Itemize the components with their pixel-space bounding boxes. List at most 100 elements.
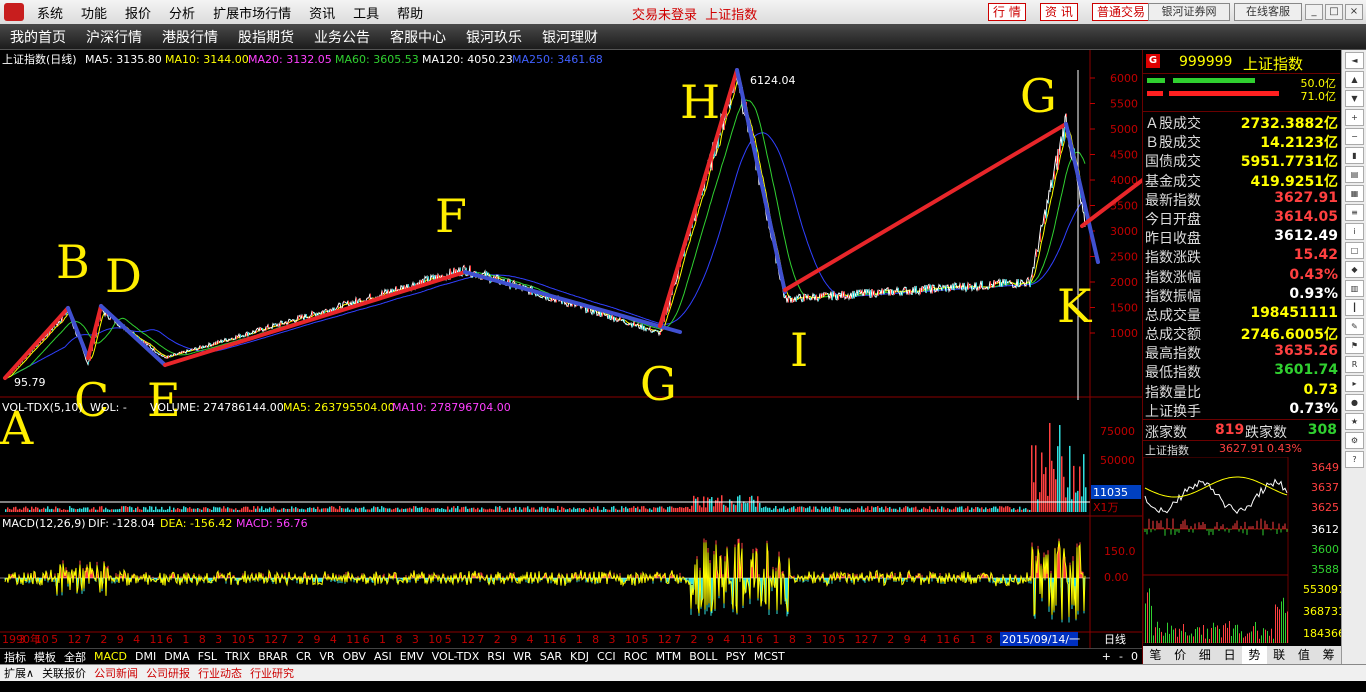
trade-button[interactable]: 普通交易 bbox=[1092, 3, 1151, 21]
indicator-tab[interactable]: DMA bbox=[160, 650, 194, 663]
indicator-tab[interactable]: CR bbox=[292, 650, 315, 663]
star-icon[interactable]: ★ bbox=[1345, 413, 1364, 430]
candle bbox=[966, 286, 967, 292]
zoom-out-icon[interactable]: − bbox=[1345, 128, 1364, 145]
chart-icon[interactable]: ▤ bbox=[1345, 166, 1364, 183]
minimize-icon[interactable]: _ bbox=[1305, 4, 1323, 20]
volume-bar bbox=[735, 505, 737, 512]
quote-button[interactable]: 行 情 bbox=[988, 3, 1026, 21]
arrow-left-icon[interactable]: ◄ bbox=[1345, 52, 1364, 69]
nav-icon[interactable]: ▸ bbox=[1345, 375, 1364, 392]
nav-home[interactable]: 我的首页 bbox=[0, 27, 76, 47]
arrow-up-icon[interactable]: ▲ bbox=[1345, 71, 1364, 88]
tab-trend[interactable]: 势 bbox=[1242, 646, 1267, 664]
indicator-tab[interactable]: DMI bbox=[131, 650, 160, 663]
indicator-tab[interactable]: WR bbox=[509, 650, 536, 663]
mini-volume-bar bbox=[1223, 625, 1224, 643]
tab-value[interactable]: 值 bbox=[1292, 646, 1317, 664]
industry-research-tab[interactable]: 行业研究 bbox=[246, 665, 298, 681]
indicator-tab[interactable]: VOL-TDX bbox=[428, 650, 484, 663]
menu-system[interactable]: 系统 bbox=[28, 3, 72, 22]
indicator-tab[interactable]: TRIX bbox=[221, 650, 254, 663]
indicator-tab[interactable]: ASI bbox=[370, 650, 396, 663]
menu-extended-market[interactable]: 扩展市场行情 bbox=[204, 3, 300, 22]
industry-news-tab[interactable]: 行业动态 bbox=[194, 665, 246, 681]
pen-icon[interactable]: ✎ bbox=[1345, 318, 1364, 335]
zoom-control[interactable]: + bbox=[1098, 650, 1115, 663]
tab-link[interactable]: 联 bbox=[1267, 646, 1292, 664]
indicator-tab[interactable]: ROC bbox=[620, 650, 652, 663]
rsi-icon[interactable]: R bbox=[1345, 356, 1364, 373]
nav-shsz[interactable]: 沪深行情 bbox=[76, 27, 152, 47]
bullet-icon[interactable]: ● bbox=[1345, 394, 1364, 411]
menu-help[interactable]: 帮助 bbox=[388, 3, 432, 22]
list-icon[interactable]: ≡ bbox=[1345, 204, 1364, 221]
bars-icon[interactable]: ▥ bbox=[1345, 280, 1364, 297]
kline-chart[interactable]: 上证指数(日线) MA5: 3135.80 MA10: 3144.00 MA20… bbox=[0, 50, 1142, 648]
tool-icon[interactable]: ⚙ bbox=[1345, 432, 1364, 449]
indicator-tab[interactable]: KDJ bbox=[566, 650, 593, 663]
nav-wealth[interactable]: 银河理财 bbox=[532, 27, 608, 47]
maximize-icon[interactable]: □ bbox=[1325, 4, 1343, 20]
tab-trades[interactable]: 笔 bbox=[1143, 646, 1168, 664]
date-tick: 9 bbox=[313, 633, 320, 646]
related-quote-tab[interactable]: 关联报价 bbox=[38, 665, 90, 681]
indicator-tab[interactable]: RSI bbox=[483, 650, 509, 663]
tab-day[interactable]: 日 bbox=[1217, 646, 1242, 664]
info-icon[interactable]: i bbox=[1345, 223, 1364, 240]
indicator-tab[interactable]: MACD bbox=[90, 650, 131, 663]
menu-analysis[interactable]: 分析 bbox=[160, 3, 204, 22]
indicator-tab[interactable]: BOLL bbox=[685, 650, 721, 663]
window-icon[interactable]: □ bbox=[1345, 242, 1364, 259]
expand-button[interactable]: 扩展∧ bbox=[0, 665, 38, 681]
info-button[interactable]: 资 讯 bbox=[1040, 3, 1078, 21]
flag-icon[interactable]: ⚑ bbox=[1345, 337, 1364, 354]
nav-jiule[interactable]: 银河玖乐 bbox=[456, 27, 532, 47]
arrow-down-icon[interactable]: ▼ bbox=[1345, 90, 1364, 107]
kline-icon[interactable]: ▮ bbox=[1345, 147, 1364, 164]
nav-hk[interactable]: 港股行情 bbox=[152, 27, 228, 47]
indicator-tab[interactable]: 模板 bbox=[30, 649, 60, 665]
zoom-control[interactable]: 0 bbox=[1127, 650, 1142, 663]
volume-bar bbox=[67, 509, 69, 512]
company-research-tab[interactable]: 公司研报 bbox=[142, 665, 194, 681]
indicator-tab[interactable]: OBV bbox=[339, 650, 370, 663]
indicator-icon[interactable]: ◆ bbox=[1345, 261, 1364, 278]
service-button[interactable]: 在线客服 bbox=[1234, 3, 1302, 21]
indicator-tab[interactable]: PSY bbox=[722, 650, 750, 663]
indicator-tab[interactable]: MTM bbox=[652, 650, 686, 663]
indicator-tab[interactable]: MCST bbox=[750, 650, 789, 663]
tab-chips[interactable]: 筹 bbox=[1316, 646, 1341, 664]
indicator-tab[interactable]: 全部 bbox=[60, 649, 90, 665]
indicator-tab[interactable]: CCI bbox=[593, 650, 620, 663]
grid-icon[interactable]: ▦ bbox=[1345, 185, 1364, 202]
zoom-in-icon[interactable]: + bbox=[1345, 109, 1364, 126]
volume-bar bbox=[859, 508, 861, 512]
indicator-tab[interactable]: FSL bbox=[194, 650, 221, 663]
menu-tools[interactable]: 工具 bbox=[344, 3, 388, 22]
help-icon[interactable]: ? bbox=[1345, 451, 1364, 468]
zoom-control[interactable]: - bbox=[1115, 650, 1127, 663]
ruler-icon[interactable]: ┃ bbox=[1345, 299, 1364, 316]
indicator-tab[interactable]: SAR bbox=[536, 650, 566, 663]
site-button[interactable]: 银河证券网 bbox=[1148, 3, 1230, 21]
company-news-tab[interactable]: 公司新闻 bbox=[90, 665, 142, 681]
menu-info[interactable]: 资讯 bbox=[300, 3, 344, 22]
indicator-tab[interactable]: 指标 bbox=[0, 649, 30, 665]
nav-notice[interactable]: 业务公告 bbox=[304, 27, 380, 47]
menu-quote[interactable]: 报价 bbox=[116, 3, 160, 22]
volume-bar bbox=[797, 506, 799, 512]
nav-service[interactable]: 客服中心 bbox=[380, 27, 456, 47]
tab-price[interactable]: 价 bbox=[1168, 646, 1193, 664]
indicator-tab[interactable]: BRAR bbox=[254, 650, 292, 663]
indicator-tab[interactable]: EMV bbox=[396, 650, 428, 663]
close-icon[interactable]: × bbox=[1345, 4, 1363, 20]
menu-function[interactable]: 功能 bbox=[72, 3, 116, 22]
volume-bar bbox=[935, 509, 937, 512]
nav-futures[interactable]: 股指期货 bbox=[228, 27, 304, 47]
volume-bar bbox=[255, 508, 257, 512]
tab-detail[interactable]: 细 bbox=[1193, 646, 1218, 664]
volume-bar bbox=[765, 506, 767, 512]
date-tick: 1 bbox=[772, 633, 779, 646]
indicator-tab[interactable]: VR bbox=[315, 650, 338, 663]
